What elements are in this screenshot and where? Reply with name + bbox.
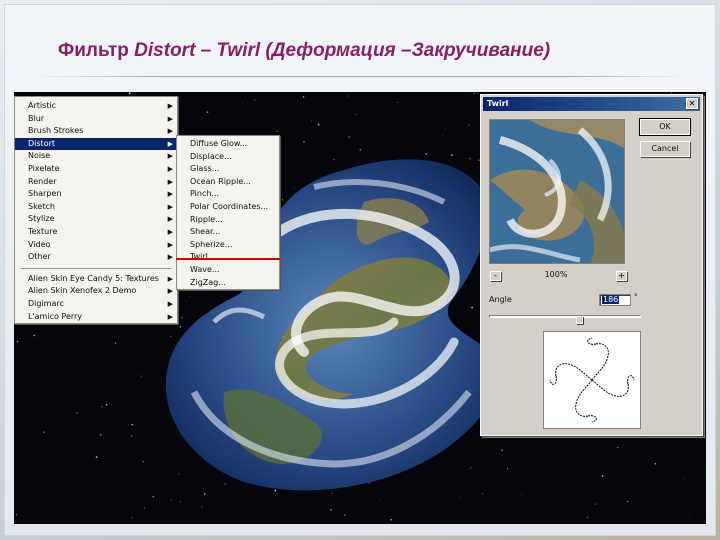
menu-item-brush-strokes[interactable]: Brush Strokes ▶ (15, 125, 177, 138)
submenu-item-glass[interactable]: Glass... (177, 163, 279, 176)
menu-item-label: Pixelate (28, 163, 60, 173)
slide-title: Фильтр Distort – Twirl (Деформация –Закр… (58, 40, 698, 70)
menu-item-sketch[interactable]: Sketch ▶ (15, 201, 177, 214)
submenu-item-displace[interactable]: Displace... (177, 151, 279, 164)
title-prefix: Фильтр (58, 40, 135, 61)
menu-item-label: Alien Skin Xenofex 2 Demo (28, 286, 137, 296)
submenu-item-ocean-ripple[interactable]: Ocean Ripple... (177, 176, 279, 189)
distort-submenu: Diffuse Glow... Displace... Glass... Oce… (176, 135, 280, 290)
menu-item-label: Artistic (28, 101, 57, 110)
submenu-arrow-icon: ▶ (167, 287, 173, 296)
submenu-arrow-icon: ▶ (167, 139, 173, 148)
ok-button[interactable]: OK (639, 118, 691, 136)
submenu-arrow-icon: ▶ (167, 102, 173, 110)
submenu-item-polar-coordinates[interactable]: Polar Coordinates... (177, 201, 279, 214)
menu-item-blur[interactable]: Blur ▶ (15, 113, 177, 126)
menu-item-pixelate[interactable]: Pixelate ▶ (15, 163, 177, 176)
title-filter-path: Distort – Twirl (134, 40, 261, 61)
menu-item-plugin-xenofex[interactable]: Alien Skin Xenofex 2 Demo ▶ (15, 285, 177, 298)
photoshop-screenshot: Artistic ▶ Blur ▶ Brush Strokes ▶ Distort ▶ … (14, 92, 706, 524)
angle-value: 186 (602, 295, 620, 304)
cancel-button[interactable]: Cancel (640, 141, 690, 157)
menu-item-label: Sharpen (28, 189, 62, 199)
submenu-item-pinch[interactable]: Pinch... (177, 188, 279, 201)
menu-item-plugin-eye-candy[interactable]: Alien Skin Eye Candy 5: Textures ▶ (15, 273, 177, 286)
menu-item-artistic[interactable]: Artistic ▶ (15, 100, 177, 113)
menu-item-label: Video (28, 239, 51, 249)
submenu-arrow-icon: ▶ (167, 253, 173, 262)
menu-item-label: Stylize (28, 214, 55, 224)
menu-item-plugin-digimarc[interactable]: Digimarc ▶ (15, 298, 177, 311)
filter-menu: Artistic ▶ Blur ▶ Brush Strokes ▶ Distort ▶ … (14, 96, 178, 324)
menu-item-label: Digimarc (28, 298, 64, 308)
twirl-highlight-underline (176, 258, 280, 260)
submenu-arrow-icon: ▶ (167, 177, 173, 186)
menu-item-label: Blur (28, 113, 45, 123)
submenu-arrow-icon: ▶ (167, 202, 173, 211)
menu-item-label: L'amico Perry (28, 311, 83, 321)
menu-item-texture[interactable]: Texture ▶ (15, 226, 177, 239)
zoom-out-button[interactable]: - (490, 271, 501, 281)
menu-item-other[interactable]: Other ▶ (15, 251, 177, 264)
menu-item-stylize[interactable]: Stylize ▶ (15, 213, 177, 226)
menu-item-label: Other (28, 252, 51, 262)
submenu-arrow-icon: ▶ (167, 240, 173, 249)
submenu-arrow-icon: ▶ (167, 312, 173, 321)
submenu-item-spherize[interactable]: Spherize... (177, 239, 279, 252)
zoom-in-button[interactable]: + (616, 271, 627, 281)
close-icon[interactable]: ✕ (686, 98, 698, 109)
dialog-title-bar[interactable]: Twirl ✕ (483, 97, 700, 111)
angle-label: Angle (489, 295, 512, 304)
preview-image (490, 120, 624, 263)
dialog-title: Twirl (487, 99, 509, 108)
menu-item-noise[interactable]: Noise ▶ (15, 150, 177, 163)
menu-item-label: Alien Skin Eye Candy 5: Textures (28, 273, 159, 283)
menu-item-label: Noise (28, 151, 51, 161)
submenu-arrow-icon: ▶ (167, 164, 173, 173)
angle-slider-thumb[interactable] (575, 316, 583, 324)
menu-item-distort[interactable]: Distort ▶ (15, 137, 177, 151)
menu-item-video[interactable]: Video ▶ (15, 239, 177, 252)
submenu-item-wave[interactable]: Wave... (177, 264, 279, 277)
menu-separator (21, 267, 171, 269)
twirl-diagram (543, 331, 641, 429)
submenu-arrow-icon: ▶ (167, 227, 173, 236)
submenu-item-diffuse-glow[interactable]: Diffuse Glow... (177, 138, 279, 151)
menu-item-label: Sketch (28, 201, 55, 211)
submenu-item-zigzag[interactable]: ZigZag... (177, 277, 279, 290)
submenu-arrow-icon: ▶ (167, 190, 173, 199)
submenu-item-shear[interactable]: Shear... (177, 226, 279, 239)
submenu-arrow-icon: ▶ (167, 127, 173, 136)
menu-item-label: Brush Strokes (28, 126, 84, 136)
submenu-arrow-icon: ▶ (167, 299, 173, 308)
angle-slider-track[interactable] (489, 315, 641, 318)
submenu-arrow-icon: ▶ (167, 215, 173, 224)
menu-item-label: Distort (28, 138, 56, 148)
menu-item-label: Render (28, 176, 57, 186)
degree-unit: ° (634, 293, 638, 301)
submenu-arrow-icon: ▶ (167, 114, 173, 123)
menu-item-sharpen[interactable]: Sharpen ▶ (15, 188, 177, 201)
title-divider (34, 76, 690, 77)
menu-item-render[interactable]: Render ▶ (15, 176, 177, 189)
title-suffix: (Деформация –Закручивание) (260, 40, 551, 61)
filter-preview[interactable] (489, 119, 625, 264)
submenu-arrow-icon: ▶ (167, 274, 173, 283)
twirl-dialog: Twirl ✕ OK Cancel - 100% + Angle 186 ° (480, 94, 703, 436)
submenu-item-ripple[interactable]: Ripple... (177, 214, 279, 227)
menu-item-label: Texture (28, 226, 58, 236)
menu-item-plugin-lamico-perry[interactable]: L'amico Perry ▶ (15, 311, 177, 324)
angle-input[interactable]: 186 (599, 294, 631, 306)
twirl-swirl-icon (549, 337, 635, 423)
zoom-level: 100% (544, 270, 568, 279)
submenu-arrow-icon: ▶ (167, 152, 173, 161)
